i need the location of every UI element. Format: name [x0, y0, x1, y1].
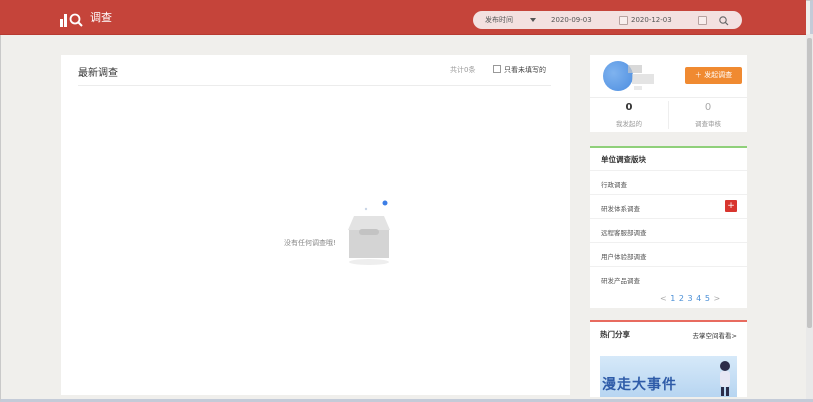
my-launched-count[interactable]: 0	[590, 102, 668, 113]
profile-card: ＋ 发起调查 0 我发起的 0 调查审核	[590, 55, 747, 132]
hot-share-section: 热门分享 去掌空间看看> 漫走大事件	[590, 320, 747, 397]
list-item-label: 行政调查	[601, 181, 627, 189]
list-item[interactable]: 远程客服部调查	[590, 218, 747, 243]
survey-count: 共计0条	[450, 66, 476, 74]
chevron-down-icon[interactable]	[530, 18, 536, 22]
checkbox-icon[interactable]	[493, 65, 501, 73]
list-item[interactable]: 研发体系调查 +	[590, 194, 747, 219]
blurred-username	[634, 86, 642, 90]
section-title: 单位调查版块	[601, 155, 646, 164]
unit-survey-section: 单位调查版块 行政调查 研发体系调查 + 远程客服部调查 用户体验部调查 研发产品…	[590, 146, 747, 308]
list-item-label: 研发体系调查	[601, 205, 640, 213]
list-item[interactable]: 行政调查	[590, 170, 747, 195]
calendar-icon[interactable]	[619, 16, 628, 25]
person-illustration-icon	[720, 361, 730, 396]
go-to-space-link[interactable]: 去掌空间看看>	[693, 330, 737, 340]
launch-survey-button[interactable]: ＋ 发起调查	[685, 67, 742, 84]
page-1[interactable]: 1	[670, 294, 675, 303]
launch-survey-label: 发起调查	[704, 71, 733, 79]
end-date-input[interactable]: 2020-12-03	[631, 11, 672, 29]
page-5[interactable]: 5	[705, 294, 710, 303]
latest-surveys-panel: 最新调查 共计0条 只看未填写的 没有任何调查哦!	[61, 55, 570, 395]
blurred-username	[632, 74, 654, 84]
review-label: 调查审核	[695, 120, 721, 128]
prev-page-button[interactable]: <	[660, 294, 667, 303]
survey-logo-icon	[60, 13, 83, 27]
divider	[590, 97, 747, 98]
calendar-icon[interactable]	[698, 16, 707, 25]
empty-state-text: 没有任何调查哦!	[284, 239, 336, 247]
top-bar: 调查 发布时间 2020-09-03 2020-12-03	[0, 0, 806, 35]
review-count[interactable]: 0	[669, 102, 747, 113]
app-title: 调查	[90, 11, 112, 24]
next-page-button[interactable]: >	[713, 294, 720, 303]
list-item[interactable]: 研发产品调查	[590, 266, 747, 291]
scrollbar[interactable]	[806, 34, 813, 399]
search-icon[interactable]	[718, 15, 730, 27]
list-item-label: 远程客服部调查	[601, 229, 647, 237]
page-3[interactable]: 3	[688, 294, 693, 303]
page-4[interactable]: 4	[696, 294, 701, 303]
list-item[interactable]: 用户体验部调查	[590, 242, 747, 267]
only-unfilled-label: 只看未填写的	[504, 66, 546, 74]
pagination: < 1 2 3 4 5 >	[660, 294, 720, 303]
banner-text: 漫走大事件	[602, 377, 677, 393]
scrollbar-thumb[interactable]	[807, 38, 812, 328]
start-date-input[interactable]: 2020-09-03	[551, 11, 592, 29]
list-item-label: 用户体验部调查	[601, 253, 647, 261]
add-icon[interactable]: +	[725, 200, 737, 212]
list-item-label: 研发产品调查	[601, 277, 640, 285]
panel-title: 最新调查	[78, 68, 118, 79]
filter-field-select[interactable]: 发布时间	[485, 11, 513, 29]
page-2[interactable]: 2	[679, 294, 684, 303]
hot-share-banner[interactable]: 漫走大事件	[600, 356, 737, 397]
blurred-username	[628, 65, 642, 73]
only-unfilled-checkbox[interactable]: 只看未填写的	[493, 65, 546, 75]
section-title: 热门分享	[600, 330, 630, 339]
empty-box-icon	[348, 200, 390, 265]
my-launched-label: 我发起的	[616, 120, 642, 128]
date-filter-bar: 发布时间 2020-09-03 2020-12-03	[473, 11, 742, 29]
divider	[78, 85, 551, 86]
